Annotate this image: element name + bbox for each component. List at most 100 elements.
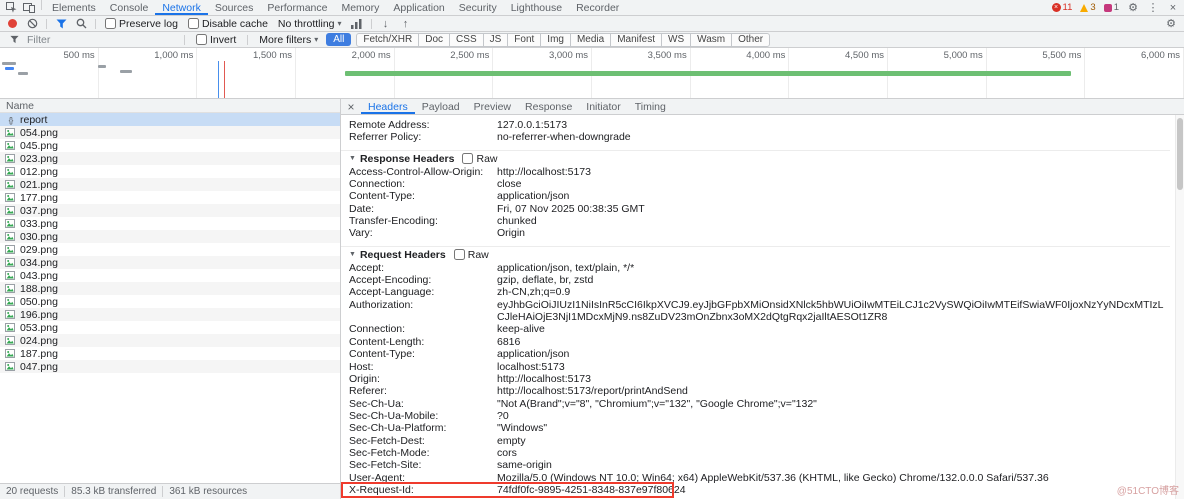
disclosure-triangle-icon[interactable]: ▼ xyxy=(349,251,356,258)
export-har-icon[interactable]: ↑ xyxy=(397,18,415,30)
network-conditions-icon[interactable] xyxy=(348,18,366,29)
overview-request-bar xyxy=(345,71,1071,76)
filter-funnel-icon xyxy=(5,35,23,44)
filter-chip-font[interactable]: Font xyxy=(507,33,540,46)
details-tab-timing[interactable]: Timing xyxy=(628,99,673,114)
request-row-030-png[interactable]: 030.png xyxy=(0,230,340,243)
search-icon[interactable] xyxy=(72,18,90,29)
close-devtools-icon[interactable]: × xyxy=(1164,2,1182,14)
request-row-023-png[interactable]: 023.png xyxy=(0,152,340,165)
tab-memory[interactable]: Memory xyxy=(334,0,386,15)
record-network-log-button[interactable] xyxy=(8,19,17,28)
filter-chip-css[interactable]: CSS xyxy=(449,33,483,46)
close-details-icon[interactable]: × xyxy=(341,99,361,114)
tab-recorder[interactable]: Recorder xyxy=(569,0,626,15)
name-column-header[interactable]: Name xyxy=(6,100,34,112)
device-toolbar-icon[interactable] xyxy=(20,0,38,15)
filter-chip-all[interactable]: All xyxy=(326,33,352,46)
filter-chip-media[interactable]: Media xyxy=(569,33,610,46)
import-har-icon[interactable]: ↓ xyxy=(377,18,395,30)
details-tab-headers[interactable]: Headers xyxy=(361,99,415,114)
tab-network[interactable]: Network xyxy=(155,0,208,15)
kebab-menu-icon[interactable]: ⋮ xyxy=(1144,1,1162,14)
tab-elements[interactable]: Elements xyxy=(45,0,103,15)
request-row-037-png[interactable]: 037.png xyxy=(0,204,340,217)
request-table-header[interactable]: Name xyxy=(0,99,340,113)
request-row-054-png[interactable]: 054.png xyxy=(0,126,340,139)
settings-gear-icon[interactable]: ⚙ xyxy=(1124,1,1142,14)
filter-chip-fetch-xhr[interactable]: Fetch/XHR xyxy=(357,34,418,46)
filter-chip-img[interactable]: Img xyxy=(540,33,570,46)
request-row-029-png[interactable]: 029.png xyxy=(0,243,340,256)
tab-console[interactable]: Console xyxy=(103,0,156,15)
request-row-188-png[interactable]: 188.png xyxy=(0,282,340,295)
header-name: Sec-Ch-Ua-Mobile: xyxy=(349,409,439,422)
scrollbar-thumb[interactable] xyxy=(1177,118,1183,190)
request-name: 045.png xyxy=(20,139,58,152)
details-tab-initiator[interactable]: Initiator xyxy=(579,99,627,114)
timeline-overview[interactable]: 500 ms 1,000 ms 1,500 ms 2,000 ms 2,500 ms 3,… xyxy=(0,48,1184,99)
request-row-021-png[interactable]: 021.png xyxy=(0,178,340,191)
divider xyxy=(370,18,372,29)
tab-performance[interactable]: Performance xyxy=(260,0,334,15)
request-row-047-png[interactable]: 047.png xyxy=(0,360,340,373)
tab-sources[interactable]: Sources xyxy=(208,0,261,15)
request-row-043-png[interactable]: 043.png xyxy=(0,269,340,282)
request-row-177-png[interactable]: 177.png xyxy=(0,191,340,204)
request-row-045-png[interactable]: 045.png xyxy=(0,139,340,152)
filter-chip-other[interactable]: Other xyxy=(731,33,769,46)
preserve-log-checkbox[interactable]: Preserve log xyxy=(105,18,178,30)
details-tab-payload[interactable]: Payload xyxy=(415,99,467,114)
filter-input[interactable] xyxy=(27,33,177,46)
invert-input[interactable] xyxy=(196,34,207,45)
request-raw-checkbox[interactable]: Raw xyxy=(453,249,489,261)
more-filters-dropdown[interactable]: More filters ▾ xyxy=(259,34,318,46)
tab-application[interactable]: Application xyxy=(386,0,451,15)
error-badge[interactable]: × 11 xyxy=(1051,2,1072,13)
request-row-report[interactable]: {} report xyxy=(0,113,340,126)
issues-badge[interactable]: 1 xyxy=(1103,2,1119,13)
details-scrollbar[interactable] xyxy=(1175,115,1184,499)
warning-badge[interactable]: 3 xyxy=(1080,2,1096,13)
network-settings-gear-icon[interactable]: ⚙ xyxy=(1162,17,1180,30)
disable-cache-checkbox[interactable]: Disable cache xyxy=(187,18,268,30)
header-value: Mozilla/5.0 (Windows NT 10.0; Win64; x64… xyxy=(497,471,1049,484)
throttling-select[interactable]: No throttling ▾ xyxy=(278,18,342,30)
divider xyxy=(184,34,185,45)
image-file-icon xyxy=(5,310,16,319)
request-headers-section-header[interactable]: ▼ Request Headers Raw xyxy=(341,245,1170,262)
preserve-log-input[interactable] xyxy=(105,18,116,29)
header-name: Connection: xyxy=(349,323,406,336)
details-tab-response[interactable]: Response xyxy=(518,99,579,114)
filter-chip-group: Fetch/XHR Doc CSS JS Font Img Media Manifest WS W… xyxy=(356,32,771,47)
response-headers-section-header[interactable]: ▼ Response Headers Raw xyxy=(341,149,1170,166)
disclosure-triangle-icon[interactable]: ▼ xyxy=(349,155,356,162)
filter-chip-manifest[interactable]: Manifest xyxy=(610,33,661,46)
filter-toggle-icon[interactable] xyxy=(52,19,70,29)
overview-event-line xyxy=(224,61,225,98)
request-row-050-png[interactable]: 050.png xyxy=(0,295,340,308)
response-raw-input[interactable] xyxy=(462,153,474,165)
filter-chip-ws[interactable]: WS xyxy=(661,33,690,46)
header-value: no-referrer-when-downgrade xyxy=(497,131,631,144)
invert-checkbox[interactable]: Invert xyxy=(196,34,236,46)
inspect-element-icon[interactable] xyxy=(2,0,20,15)
filter-chip-wasm[interactable]: Wasm xyxy=(690,33,731,46)
details-tab-preview[interactable]: Preview xyxy=(467,99,518,114)
disable-cache-input[interactable] xyxy=(187,18,199,29)
tab-security[interactable]: Security xyxy=(452,0,504,15)
request-row-053-png[interactable]: 053.png xyxy=(0,321,340,334)
request-row-187-png[interactable]: 187.png xyxy=(0,347,340,360)
filter-chip-doc[interactable]: Doc xyxy=(418,33,449,46)
clear-network-log-icon[interactable] xyxy=(23,18,41,29)
request-row-034-png[interactable]: 034.png xyxy=(0,256,340,269)
request-row-024-png[interactable]: 024.png xyxy=(0,334,340,347)
request-row-196-png[interactable]: 196.png xyxy=(0,308,340,321)
request-row-012-png[interactable]: 012.png xyxy=(0,165,340,178)
network-summary-bar: 20 requests 85.3 kB transferred 361 kB res… xyxy=(0,483,340,499)
response-raw-checkbox[interactable]: Raw xyxy=(462,153,498,165)
request-raw-input[interactable] xyxy=(453,249,465,261)
request-row-033-png[interactable]: 033.png xyxy=(0,217,340,230)
tab-lighthouse[interactable]: Lighthouse xyxy=(504,0,569,15)
filter-chip-js[interactable]: JS xyxy=(482,33,508,46)
